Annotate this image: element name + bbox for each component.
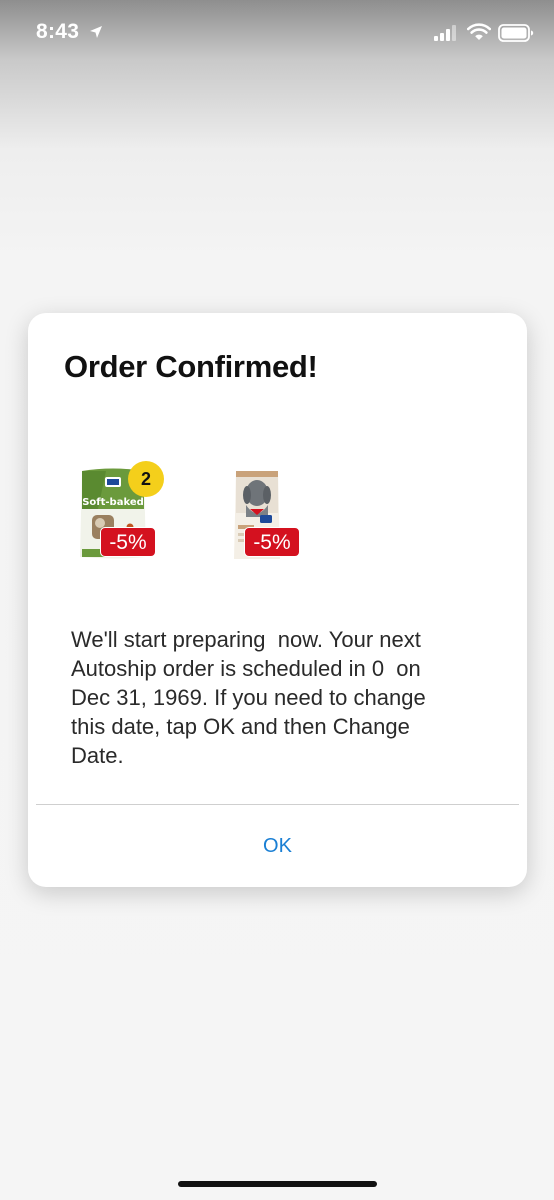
ok-button[interactable]: OK [28, 805, 527, 887]
dialog-title: Order Confirmed! [64, 349, 318, 384]
dialog-message: We'll start preparing now. Your next Aut… [71, 627, 426, 768]
status-bar: 8:43 [0, 0, 554, 66]
product-item: -5% [214, 461, 314, 569]
location-arrow-icon [90, 26, 102, 38]
wifi-icon [467, 23, 491, 40]
status-time: 8:43 [36, 20, 80, 43]
battery-icon [498, 24, 534, 42]
discount-badge: -5% [100, 527, 156, 557]
quantity-badge: 2 [128, 461, 164, 497]
discount-badge: -5% [244, 527, 300, 557]
order-confirmed-dialog: Order Confirmed! Soft-baked -5% 2 -5% We… [28, 313, 527, 887]
home-indicator [178, 1181, 377, 1187]
cellular-signal-icon [434, 25, 456, 41]
package-text: Soft-baked [82, 497, 144, 508]
